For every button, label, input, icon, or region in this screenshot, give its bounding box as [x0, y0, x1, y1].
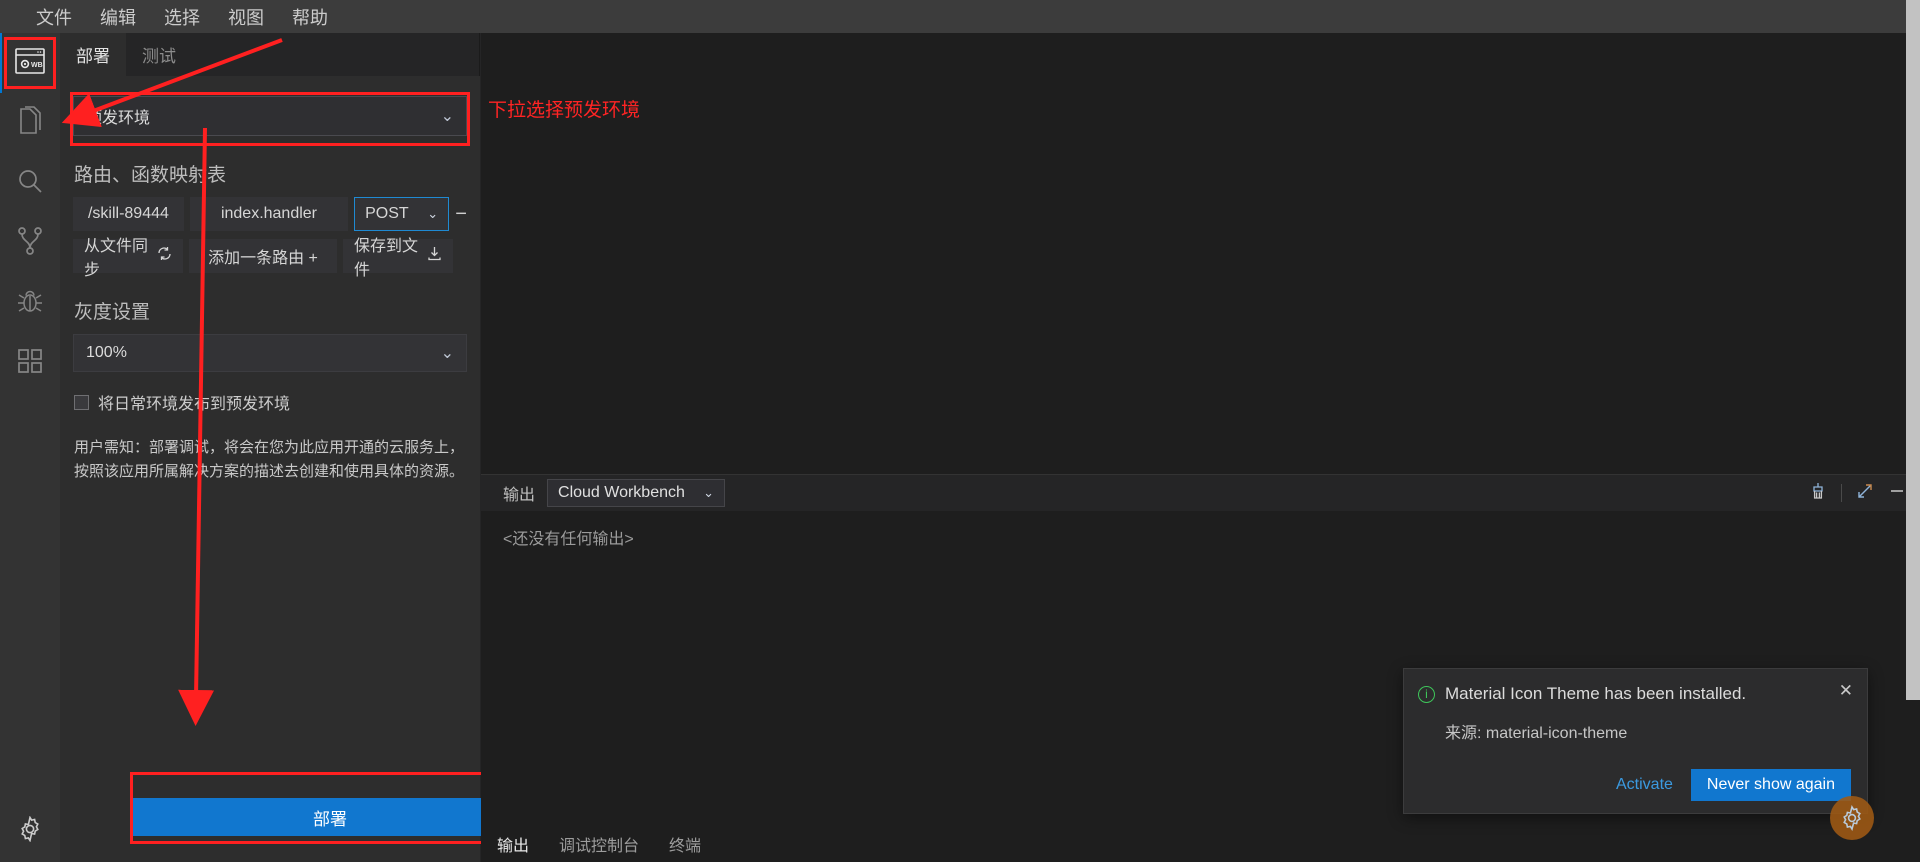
workbench-side-panel: 部署 测试 预发环境 ⌄ 路由、函数映射表 /skill-89444 index…	[60, 33, 530, 862]
gray-percentage-value: 100%	[86, 344, 127, 361]
sync-from-file-label: 从文件同步	[84, 238, 149, 279]
vscode-window: 文件 编辑 选择 视图 帮助 WB 部署 测试 预发环境 ⌄ 路由、函数映射表 …	[0, 0, 1920, 862]
remove-route-button[interactable]: −	[455, 203, 467, 226]
maximize-panel-icon[interactable]	[1856, 482, 1874, 505]
route-path-field[interactable]: /skill-89444	[73, 197, 184, 231]
info-icon: i	[1418, 685, 1435, 703]
activity-item-explorer[interactable]	[0, 93, 60, 153]
annotation-text: 下拉选择预发环境	[488, 100, 641, 121]
publish-daily-to-pre-checkbox-row[interactable]: 将日常环境发布到预发环境	[74, 390, 480, 414]
menu-item-edit[interactable]: 编辑	[86, 1, 150, 33]
chevron-down-icon: ⌄	[440, 345, 454, 362]
notification-actions: Activate Never show again	[1418, 769, 1851, 801]
gray-section-title: 灰度设置	[74, 302, 151, 323]
side-panel-body: 预发环境 ⌄ 路由、函数映射表 /skill-89444 index.handl…	[60, 76, 480, 862]
activity-item-settings[interactable]	[0, 800, 60, 862]
publish-daily-to-pre-checkbox[interactable]	[74, 394, 89, 410]
download-icon	[427, 246, 442, 266]
menu-item-file[interactable]: 文件	[22, 1, 86, 33]
side-panel-tabs: 部署 测试	[60, 33, 479, 76]
sync-icon	[157, 246, 172, 266]
add-route-button[interactable]: 添加一条路由 +	[189, 239, 337, 273]
bottom-tab-terminal[interactable]: 终端	[667, 826, 703, 862]
extensions-icon	[17, 348, 43, 379]
output-panel-actions	[1809, 482, 1906, 505]
tab-test[interactable]: 测试	[126, 33, 192, 76]
output-panel-header: 输出 Cloud Workbench ⌄	[481, 475, 1920, 511]
save-to-file-label: 保存到文件	[354, 238, 419, 279]
panel-separator	[1841, 484, 1842, 502]
bug-icon	[16, 287, 44, 320]
route-actions-row: 从文件同步 添加一条路由 + 保存到文件	[60, 238, 480, 279]
svg-text:WB: WB	[31, 62, 43, 69]
menu-item-view[interactable]: 视图	[214, 1, 278, 33]
activity-item-search[interactable]	[0, 153, 60, 213]
sync-from-file-button[interactable]: 从文件同步	[73, 238, 183, 279]
environment-select-value: 预发环境	[86, 110, 151, 127]
window-scrollbar[interactable]	[1906, 0, 1920, 862]
clear-output-icon[interactable]	[1809, 482, 1827, 505]
route-row: /skill-89444 index.handler POST ⌄ −	[60, 197, 480, 231]
activity-item-debug[interactable]	[0, 273, 60, 333]
bottom-tab-output[interactable]: 输出	[495, 826, 531, 862]
search-icon	[16, 167, 44, 200]
deploy-annotation-box: 部署	[130, 772, 530, 844]
notification-toast: ✕ i Material Icon Theme has been install…	[1403, 667, 1868, 814]
cloud-workbench-icon: WB	[15, 47, 45, 79]
gray-percentage-select[interactable]: 100% ⌄	[73, 334, 467, 372]
menu-item-selection[interactable]: 选择	[150, 1, 214, 33]
user-notice-text: 用户需知：部署调试，将会在您为此应用开通的云服务上，按照该应用所属解决方案的描述…	[74, 439, 465, 480]
chevron-down-icon: ⌄	[440, 108, 454, 125]
environment-select[interactable]: 预发环境 ⌄	[73, 96, 467, 136]
settings-gear-icon	[17, 814, 43, 847]
save-to-file-button[interactable]: 保存到文件	[343, 238, 453, 279]
route-method-select[interactable]: POST ⌄	[354, 197, 450, 231]
activity-item-extensions[interactable]	[0, 333, 60, 393]
output-channel-select[interactable]: Cloud Workbench ⌄	[547, 479, 726, 507]
output-panel-label: 输出	[503, 487, 536, 504]
close-panel-icon[interactable]	[1888, 482, 1906, 505]
route-method-value: POST	[365, 205, 409, 222]
tab-deploy[interactable]: 部署	[60, 33, 126, 76]
settings-badge-icon[interactable]	[1830, 796, 1874, 840]
notification-source: 来源: material-icon-theme	[1445, 725, 1628, 742]
menubar: 文件 编辑 选择 视图 帮助	[0, 0, 1920, 33]
routes-section-title: 路由、函数映射表	[74, 165, 227, 186]
bottom-tab-strip: 输出 调试控制台 终端	[481, 826, 1920, 862]
environment-select-wrap: 预发环境 ⌄	[73, 96, 467, 136]
bottom-tab-debug-console[interactable]: 调试控制台	[557, 826, 641, 862]
never-show-again-button[interactable]: Never show again	[1690, 769, 1851, 801]
activity-item-source-control[interactable]	[0, 213, 60, 273]
activity-bar: WB	[0, 33, 60, 862]
output-channel-value: Cloud Workbench	[558, 484, 685, 501]
chevron-down-icon: ⌄	[427, 206, 439, 221]
files-icon	[17, 105, 43, 141]
close-icon[interactable]: ✕	[1839, 681, 1853, 701]
scrollbar-thumb[interactable]	[1906, 0, 1920, 700]
activity-item-cloud-workbench[interactable]: WB	[0, 33, 60, 93]
notification-message-row: i Material Icon Theme has been installed…	[1418, 683, 1851, 705]
activate-button[interactable]: Activate	[1616, 776, 1673, 794]
chevron-down-icon: ⌄	[703, 485, 715, 500]
menu-item-help[interactable]: 帮助	[278, 1, 342, 33]
publish-daily-to-pre-label: 将日常环境发布到预发环境	[98, 396, 291, 413]
route-handler-field[interactable]: index.handler	[189, 197, 349, 231]
source-control-icon	[17, 226, 43, 261]
output-panel-content: <还没有任何输出>	[503, 531, 634, 548]
notification-message: Material Icon Theme has been installed.	[1445, 683, 1747, 703]
deploy-button[interactable]: 部署	[133, 798, 527, 836]
